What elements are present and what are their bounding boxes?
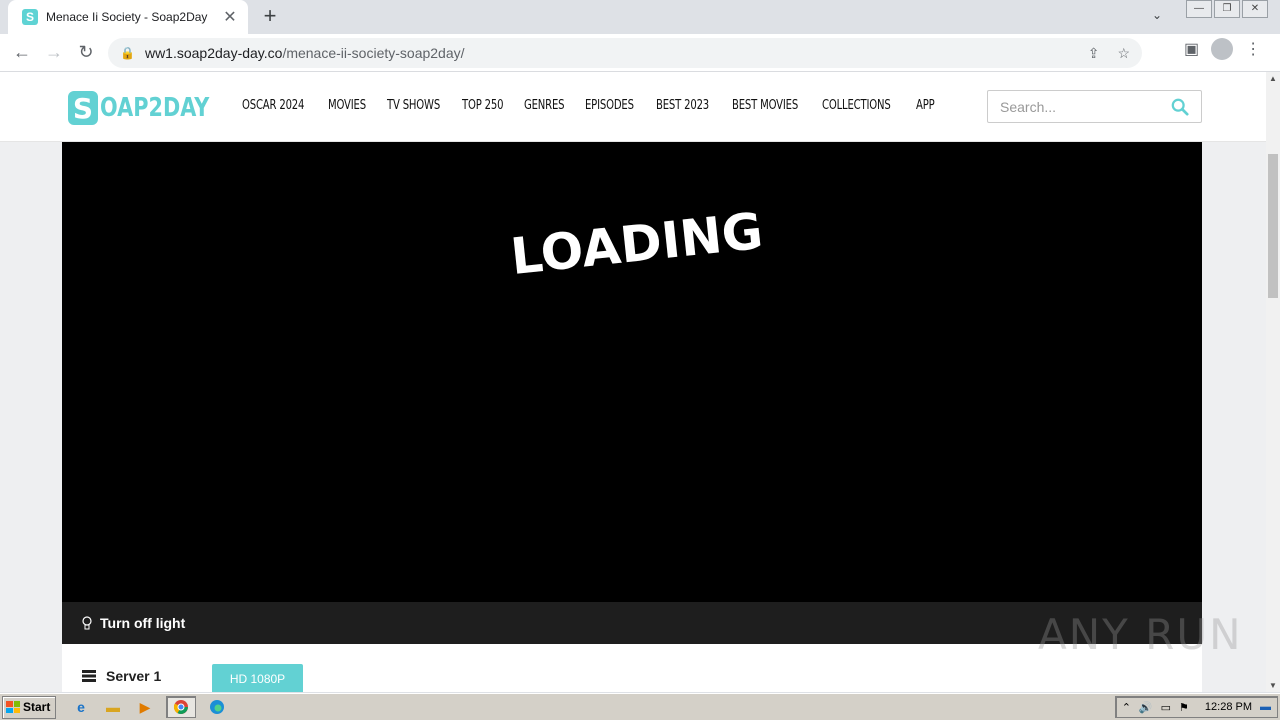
logo-text: OAP2DAY <box>100 93 210 123</box>
scroll-down-icon[interactable]: ▼ <box>1269 681 1277 690</box>
nav-oscar-2024[interactable]: OSCAR 2024 <box>242 98 304 113</box>
side-panel-icon[interactable]: ▣ <box>1184 39 1199 59</box>
chevron-down-icon[interactable]: ⌄ <box>1152 8 1162 22</box>
loading-text: LOADING <box>507 201 766 286</box>
scroll-up-icon[interactable]: ▲ <box>1269 74 1277 83</box>
close-tab-icon[interactable]: ✕ <box>222 7 238 27</box>
flag-icon[interactable]: ⚑ <box>1179 701 1189 714</box>
media-player-icon[interactable]: ▶ <box>134 696 156 718</box>
nav-best-2023[interactable]: BEST 2023 <box>656 98 709 113</box>
internet-explorer-icon[interactable]: e <box>70 696 92 718</box>
edge-icon[interactable] <box>206 696 228 718</box>
turn-off-light-button[interactable]: Turn off light <box>100 615 185 631</box>
url-path: /menace-ii-society-soap2day/ <box>282 45 465 61</box>
show-desktop-icon[interactable]: ▬ <box>1260 701 1271 713</box>
nav-best-movies[interactable]: BEST MOVIES <box>732 98 798 113</box>
browser-tab[interactable]: S Menace Ii Society - Soap2Day ✕ <box>8 0 248 34</box>
forward-button[interactable]: → <box>38 37 70 69</box>
page-viewport: S OAP2DAY OSCAR 2024 MOVIES TV SHOWS TOP… <box>0 72 1266 692</box>
file-explorer-icon[interactable]: ▬ <box>102 696 124 718</box>
menu-kebab-icon[interactable]: ⋮ <box>1245 39 1261 59</box>
search-input[interactable] <box>1000 98 1160 115</box>
window-controls: — ❐ ✕ <box>1184 0 1268 18</box>
page-scrollbar[interactable]: ▲ ▼ <box>1266 72 1280 692</box>
nav-episodes[interactable]: EPISODES <box>585 98 634 113</box>
light-toggle-bar: Turn off light <box>62 602 1202 644</box>
share-icon[interactable]: ⇪ <box>1088 45 1100 62</box>
url-host: ww1.soap2day-day.co <box>144 45 283 61</box>
site-favicon-icon: S <box>22 9 38 25</box>
taskbar: Start e ▬ ▶ ⌃ 🔊 ▭ ⚑ 12:28 PM ▬ <box>0 693 1280 720</box>
system-tray: ⌃ 🔊 ▭ ⚑ 12:28 PM ▬ <box>1114 696 1278 718</box>
search-icon[interactable] <box>1171 98 1189 116</box>
chrome-icon[interactable] <box>166 696 196 718</box>
tray-expand-icon[interactable]: ⌃ <box>1122 701 1131 714</box>
scroll-thumb[interactable] <box>1268 154 1278 298</box>
server-name: Server 1 <box>106 668 162 684</box>
reload-button[interactable]: ↻ <box>70 37 102 69</box>
logo-mark: S <box>68 91 98 125</box>
network-icon[interactable]: ▭ <box>1161 701 1171 714</box>
address-bar[interactable]: 🔒 ww1.soap2day-day.co/menace-ii-society-… <box>108 38 1142 68</box>
bookmark-star-icon[interactable]: ☆ <box>1117 45 1130 62</box>
profile-avatar[interactable] <box>1211 38 1234 60</box>
server-label: Server 1 <box>82 668 161 684</box>
hd-1080p-button[interactable]: HD 1080P <box>212 664 303 692</box>
video-player[interactable]: LOADING <box>62 142 1202 602</box>
nav-app[interactable]: APP <box>916 98 935 113</box>
volume-icon[interactable]: 🔊 <box>1139 701 1153 714</box>
list-icon <box>82 670 96 682</box>
start-button[interactable]: Start <box>2 695 56 719</box>
back-button[interactable]: ← <box>6 37 38 69</box>
restore-button[interactable]: ❐ <box>1214 0 1240 18</box>
server-list: Server 1 HD 1080P <box>62 644 1202 692</box>
close-window-button[interactable]: ✕ <box>1242 0 1268 18</box>
site-logo[interactable]: S OAP2DAY <box>68 90 237 126</box>
tab-title: Menace Ii Society - Soap2Day <box>46 10 208 24</box>
anyrun-watermark: ANY RUN <box>1038 610 1243 659</box>
windows-logo-icon <box>6 701 20 713</box>
clock[interactable]: 12:28 PM <box>1205 701 1252 713</box>
search-box <box>987 90 1202 123</box>
nav-collections[interactable]: COLLECTIONS <box>822 98 891 113</box>
new-tab-button[interactable]: + <box>258 5 282 29</box>
nav-tv-shows[interactable]: TV SHOWS <box>387 98 440 113</box>
main-nav: OSCAR 2024 MOVIES TV SHOWS TOP 250 GENRE… <box>242 98 938 113</box>
start-label: Start <box>23 700 51 714</box>
lightbulb-icon <box>82 616 92 630</box>
lock-icon[interactable]: 🔒 <box>120 46 135 60</box>
nav-genres[interactable]: GENRES <box>524 98 565 113</box>
nav-top-250[interactable]: TOP 250 <box>462 98 503 113</box>
browser-toolbar: ← → ↻ 🔒 ww1.soap2day-day.co/menace-ii-so… <box>0 34 1280 72</box>
tab-strip: S Menace Ii Society - Soap2Day ✕ + ⌄ — ❐… <box>0 0 1280 34</box>
nav-movies[interactable]: MOVIES <box>328 98 366 113</box>
minimize-button[interactable]: — <box>1186 0 1212 18</box>
site-header: S OAP2DAY OSCAR 2024 MOVIES TV SHOWS TOP… <box>0 72 1266 142</box>
